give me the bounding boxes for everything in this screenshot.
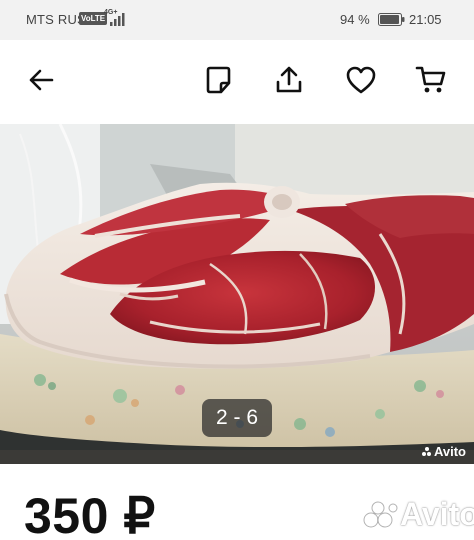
share-button[interactable] (271, 62, 307, 98)
photo-gallery[interactable]: 2 - 6 Avito (0, 124, 474, 464)
arrow-left-icon (29, 69, 54, 91)
heart-icon (346, 66, 376, 94)
cart-icon (415, 66, 446, 93)
avito-logo-icon (421, 446, 432, 457)
back-button[interactable] (23, 62, 59, 98)
avito-watermark-small: Avito (421, 444, 466, 459)
avito-logo-icon (363, 501, 398, 527)
avito-watermark-text: Avito (433, 444, 466, 459)
share-icon (276, 66, 302, 93)
note-button[interactable] (201, 62, 237, 98)
status-bar: MTS RUS VoLTE 4G+ 94 % 21:05 (0, 0, 474, 40)
cart-button[interactable] (413, 62, 449, 98)
app-toolbar (0, 40, 474, 124)
volte-badge: VoLTE (79, 12, 108, 25)
clock: 21:05 (409, 12, 442, 27)
signal-icon (110, 13, 125, 26)
favorite-button[interactable] (343, 62, 379, 98)
battery-icon (378, 13, 405, 26)
battery-percent: 94 % (340, 12, 370, 27)
photo-counter: 2 - 6 (202, 399, 272, 437)
carrier-name: MTS RUS (26, 12, 86, 27)
note-icon (206, 66, 231, 94)
avito-watermark-large: Avito (362, 496, 474, 533)
listing-price: 350 ₽ (24, 488, 156, 540)
listing-info: 350 ₽ Avito (0, 464, 474, 540)
avito-watermark-text: Avito (400, 496, 474, 532)
